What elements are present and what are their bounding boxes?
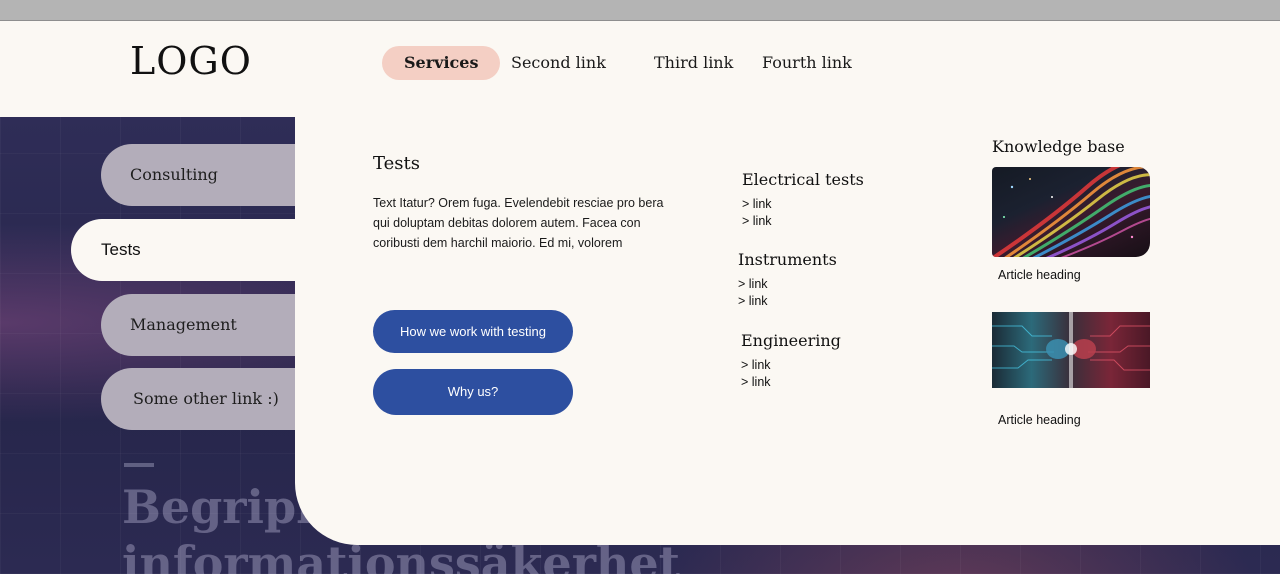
category-title-instruments[interactable]: Instruments — [738, 250, 837, 269]
nav-link-services[interactable]: Services — [382, 46, 501, 80]
category-link[interactable]: > link — [738, 277, 768, 291]
why-us-button[interactable]: Why us? — [373, 369, 573, 415]
article-image-circuit-fists[interactable] — [992, 312, 1150, 388]
category-link[interactable]: > link — [741, 375, 771, 389]
article-heading[interactable]: Article heading — [998, 268, 1081, 282]
article-heading[interactable]: Article heading — [998, 413, 1081, 427]
nav-link-second[interactable]: Second link — [511, 46, 606, 80]
mega-menu-panel: Tests Text Itatur? Orem fuga. Evelendebi… — [295, 117, 1280, 545]
sidebar-item-tests[interactable]: Tests — [71, 219, 331, 281]
browser-top-strip — [0, 0, 1280, 21]
article-image-light-streams[interactable] — [992, 167, 1150, 257]
category-link[interactable]: > link — [741, 358, 771, 372]
hero-dash-decoration — [124, 463, 154, 467]
nav-link-third[interactable]: Third link — [654, 46, 733, 80]
knowledge-base-title: Knowledge base — [992, 137, 1125, 156]
how-we-work-button[interactable]: How we work with testing — [373, 310, 573, 353]
category-title-engineering[interactable]: Engineering — [741, 331, 841, 350]
category-link[interactable]: > link — [742, 214, 772, 228]
logo[interactable]: LOGO — [130, 37, 252, 85]
panel-description: Text Itatur? Orem fuga. Evelendebit resc… — [373, 196, 664, 250]
site-header: LOGO Services Second link Third link Fou… — [0, 21, 1280, 117]
nav-link-fourth[interactable]: Fourth link — [762, 46, 852, 80]
category-link[interactable]: > link — [742, 197, 772, 211]
category-link[interactable]: > link — [738, 294, 768, 308]
panel-title: Tests — [373, 153, 420, 174]
category-title-electrical-tests[interactable]: Electrical tests — [742, 170, 864, 189]
